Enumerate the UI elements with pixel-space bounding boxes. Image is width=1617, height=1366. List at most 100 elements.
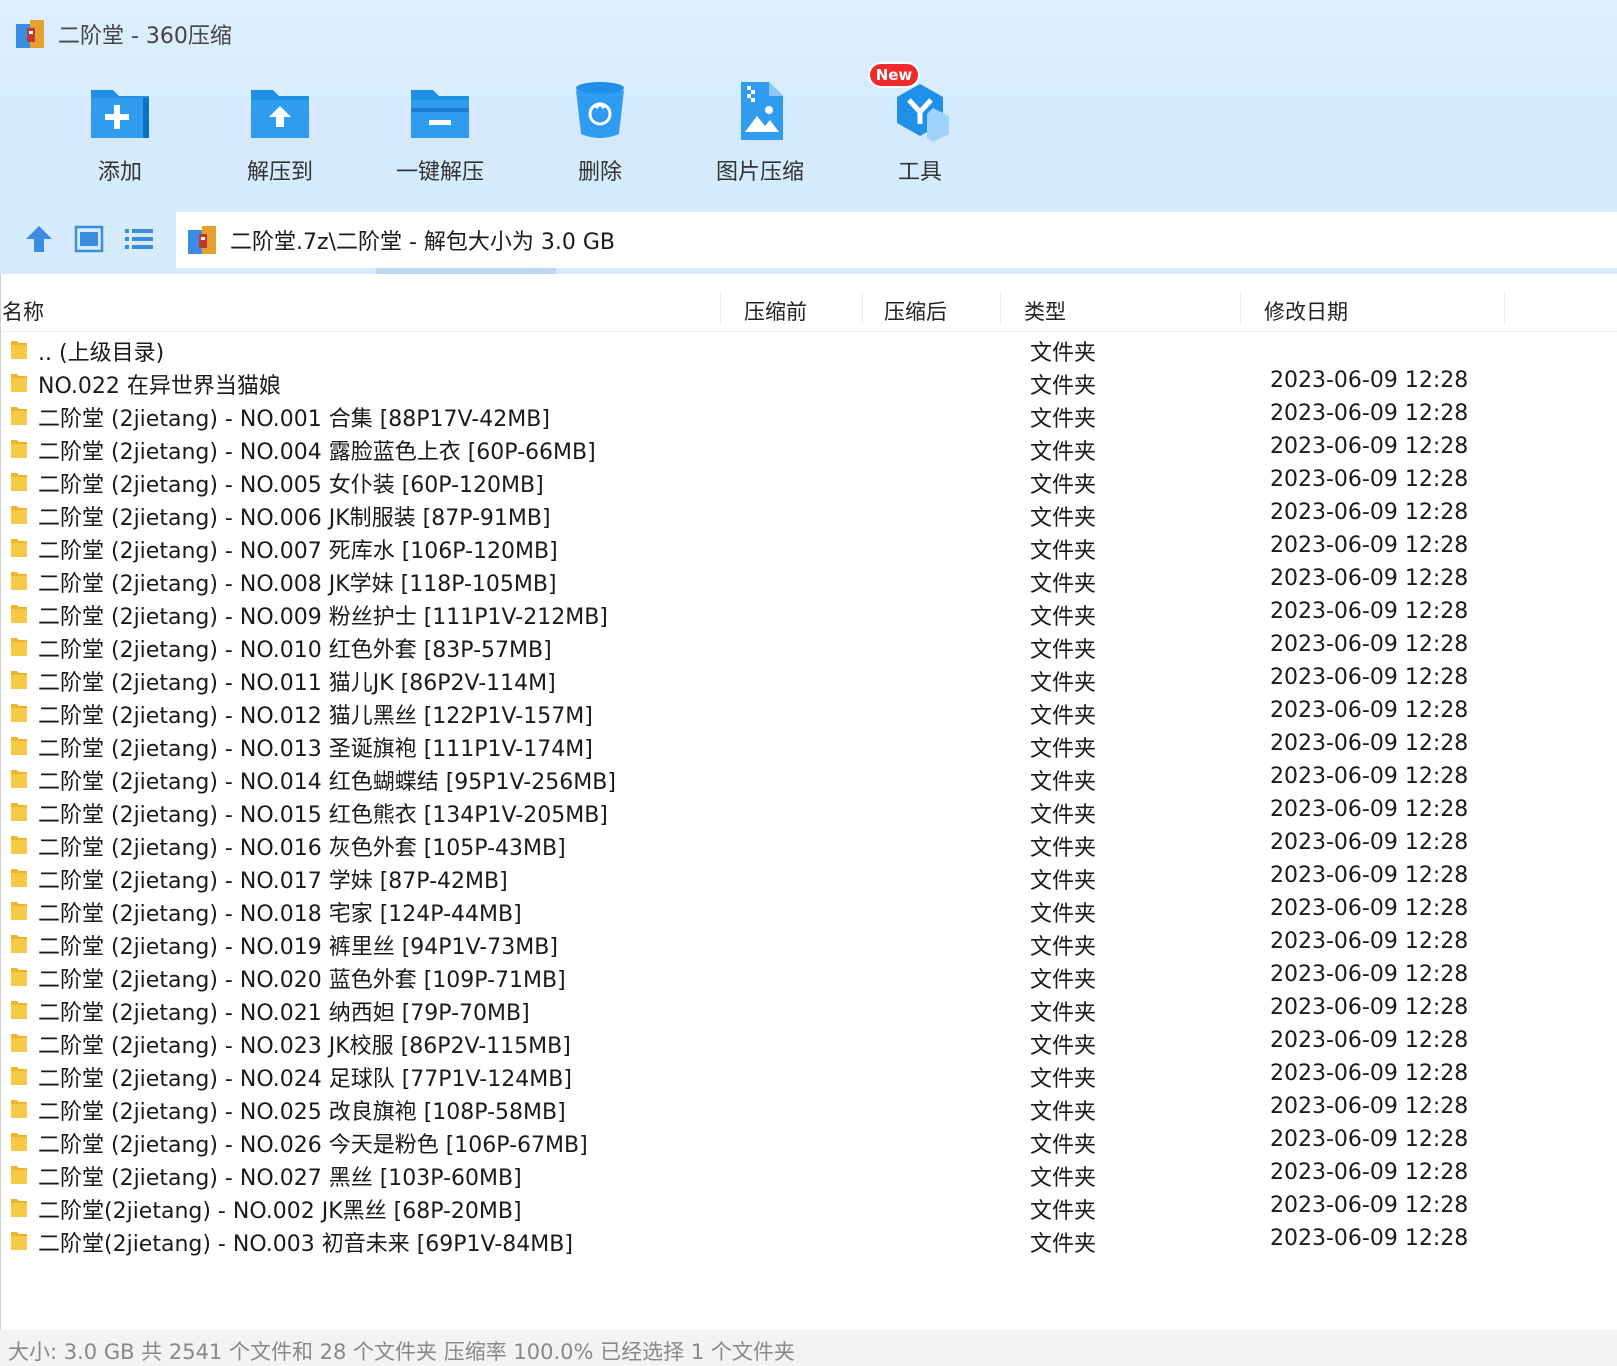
folder-icon (10, 1130, 28, 1152)
column-divider[interactable] (862, 292, 863, 324)
one-click-extract-icon (407, 78, 473, 144)
file-type: 文件夹 (1030, 572, 1097, 597)
folder-icon (10, 404, 28, 426)
one-click-extract-button[interactable]: 一键解压 (360, 74, 520, 194)
file-type: 文件夹 (1030, 1166, 1097, 1191)
file-name: 二阶堂 (2jietang) - NO.009 粉丝护士 [111P1V-212… (38, 605, 608, 630)
delete-button[interactable]: 删除 (520, 74, 680, 194)
file-date: 2023-06-09 12:28 (1270, 533, 1469, 558)
column-divider[interactable] (1504, 292, 1505, 324)
file-row[interactable]: 二阶堂 (2jietang) - NO.016 灰色外套 [105P-43MB]… (0, 827, 1617, 861)
main-toolbar: 添加 解压到 一键解压 删除 图片压缩 工具 (40, 74, 1000, 194)
file-row[interactable]: 二阶堂 (2jietang) - NO.024 足球队 [77P1V-124MB… (0, 1058, 1617, 1092)
column-type[interactable]: 类型 (1024, 296, 1066, 326)
list-view-icon (125, 229, 153, 249)
file-row[interactable]: 二阶堂(2jietang) - NO.002 JK黑丝 [68P-20MB] 文件… (0, 1190, 1617, 1224)
file-row[interactable]: 二阶堂(2jietang) - NO.003 初音未来 [69P1V-84MB]… (0, 1223, 1617, 1257)
file-date: 2023-06-09 12:28 (1270, 929, 1469, 954)
file-name: 二阶堂 (2jietang) - NO.023 JK校服 [86P2V-115M… (38, 1034, 571, 1059)
file-row[interactable]: NO.022 在异世界当猫娘 文件夹 2023-06-09 12:28 (0, 365, 1617, 399)
file-row[interactable]: 二阶堂 (2jietang) - NO.005 女仆装 [60P-120MB] 文… (0, 464, 1617, 498)
file-date: 2023-06-09 12:28 (1270, 368, 1469, 393)
file-name: 二阶堂 (2jietang) - NO.021 纳西妲 [79P-70MB] (38, 1001, 530, 1026)
file-row[interactable]: 二阶堂 (2jietang) - NO.019 裤里丝 [94P1V-73MB]… (0, 926, 1617, 960)
file-row[interactable]: .. (上级目录) 文件夹 (0, 332, 1617, 366)
column-divider[interactable] (720, 292, 721, 324)
folder-icon (10, 635, 28, 657)
file-row[interactable]: 二阶堂 (2jietang) - NO.011 猫儿JK [86P2V-114M… (0, 662, 1617, 696)
file-date: 2023-06-09 12:28 (1270, 698, 1469, 723)
image-compress-button[interactable]: 图片压缩 (680, 74, 840, 194)
file-type: 文件夹 (1030, 1232, 1097, 1257)
column-divider[interactable] (1000, 292, 1001, 324)
file-name: 二阶堂 (2jietang) - NO.011 猫儿JK [86P2V-114M… (38, 671, 556, 696)
file-name: 二阶堂 (2jietang) - NO.019 裤里丝 [94P1V-73MB] (38, 935, 558, 960)
file-date: 2023-06-09 12:28 (1270, 896, 1469, 921)
file-row[interactable]: 二阶堂 (2jietang) - NO.026 今天是粉色 [106P-67MB… (0, 1124, 1617, 1158)
file-name: 二阶堂 (2jietang) - NO.020 蓝色外套 [109P-71MB] (38, 968, 566, 993)
folder-icon (10, 866, 28, 888)
file-date: 2023-06-09 12:28 (1270, 665, 1469, 690)
thumbnail-view-button[interactable] (72, 222, 106, 256)
file-row[interactable]: 二阶堂 (2jietang) - NO.021 纳西妲 [79P-70MB] 文件… (0, 992, 1617, 1026)
list-view-button[interactable] (122, 222, 156, 256)
add-button[interactable]: 添加 (40, 74, 200, 194)
file-date: 2023-06-09 12:28 (1270, 764, 1469, 789)
file-row[interactable]: 二阶堂 (2jietang) - NO.004 露脸蓝色上衣 [60P-66MB… (0, 431, 1617, 465)
column-before[interactable]: 压缩前 (744, 296, 807, 326)
archive-file-icon (188, 226, 216, 254)
folder-icon (10, 767, 28, 789)
window-title: 二阶堂 - 360压缩 (58, 24, 232, 49)
file-row[interactable]: 二阶堂 (2jietang) - NO.023 JK校服 [86P2V-115M… (0, 1025, 1617, 1059)
up-level-button[interactable] (22, 222, 56, 256)
file-row[interactable]: 二阶堂 (2jietang) - NO.018 宅家 [124P-44MB] 文件… (0, 893, 1617, 927)
file-date: 2023-06-09 12:28 (1270, 1127, 1469, 1152)
file-name: 二阶堂 (2jietang) - NO.015 红色熊衣 [134P1V-205… (38, 803, 608, 828)
file-name: 二阶堂 (2jietang) - NO.014 红色蝴蝶结 [95P1V-256… (38, 770, 616, 795)
folder-icon (10, 371, 28, 393)
file-row[interactable]: 二阶堂 (2jietang) - NO.013 圣诞旗袍 [111P1V-174… (0, 728, 1617, 762)
column-modified[interactable]: 修改日期 (1264, 296, 1348, 326)
file-row[interactable]: 二阶堂 (2jietang) - NO.027 黑丝 [103P-60MB] 文件… (0, 1157, 1617, 1191)
file-date: 2023-06-09 12:28 (1270, 962, 1469, 987)
arrow-up-icon (26, 226, 52, 252)
title-bar: 二阶堂 - 360压缩 (14, 16, 232, 52)
address-bar[interactable]: 二阶堂.7z\二阶堂 - 解包大小为 3.0 GB (176, 212, 1617, 268)
file-date: 2023-06-09 12:28 (1270, 830, 1469, 855)
extract-to-label: 解压到 (246, 160, 313, 185)
file-row[interactable]: 二阶堂 (2jietang) - NO.020 蓝色外套 [109P-71MB]… (0, 959, 1617, 993)
extract-to-icon (247, 78, 313, 144)
extract-to-button[interactable]: 解压到 (200, 74, 360, 194)
tools-button[interactable]: 工具 (840, 74, 1000, 194)
file-row[interactable]: 二阶堂 (2jietang) - NO.025 改良旗袍 [108P-58MB]… (0, 1091, 1617, 1125)
column-header: 名称 压缩前 压缩后 类型 修改日期 (0, 288, 1617, 332)
column-name[interactable]: 名称 (2, 296, 44, 326)
column-after[interactable]: 压缩后 (884, 296, 947, 326)
column-divider[interactable] (1240, 292, 1241, 324)
file-row[interactable]: 二阶堂 (2jietang) - NO.009 粉丝护士 [111P1V-212… (0, 596, 1617, 630)
file-date: 2023-06-09 12:28 (1270, 797, 1469, 822)
folder-icon (10, 668, 28, 690)
file-row[interactable]: 二阶堂 (2jietang) - NO.015 红色熊衣 [134P1V-205… (0, 794, 1617, 828)
folder-icon (10, 1163, 28, 1185)
file-row[interactable]: 二阶堂 (2jietang) - NO.001 合集 [88P17V-42MB]… (0, 398, 1617, 432)
folder-icon (10, 503, 28, 525)
file-row[interactable]: 二阶堂 (2jietang) - NO.012 猫儿黑丝 [122P1V-157… (0, 695, 1617, 729)
file-row[interactable]: 二阶堂 (2jietang) - NO.007 死库水 [106P-120MB]… (0, 530, 1617, 564)
file-type: 文件夹 (1030, 770, 1097, 795)
folder-icon (10, 1031, 28, 1053)
file-type: 文件夹 (1030, 704, 1097, 729)
file-type: 文件夹 (1030, 1067, 1097, 1092)
file-row[interactable]: 二阶堂 (2jietang) - NO.014 红色蝴蝶结 [95P1V-256… (0, 761, 1617, 795)
file-row[interactable]: 二阶堂 (2jietang) - NO.017 学妹 [87P-42MB] 文件夹… (0, 860, 1617, 894)
one-click-extract-label: 一键解压 (395, 160, 484, 185)
folder-icon (10, 437, 28, 459)
thumbnail-view-icon (74, 225, 104, 253)
folder-icon (10, 602, 28, 624)
file-row[interactable]: 二阶堂 (2jietang) - NO.006 JK制服装 [87P-91MB]… (0, 497, 1617, 531)
file-name: 二阶堂 (2jietang) - NO.018 宅家 [124P-44MB] (38, 902, 522, 927)
file-row[interactable]: 二阶堂 (2jietang) - NO.008 JK学妹 [118P-105MB… (0, 563, 1617, 597)
file-row[interactable]: 二阶堂 (2jietang) - NO.010 红色外套 [83P-57MB] 文… (0, 629, 1617, 663)
file-type: 文件夹 (1030, 341, 1097, 366)
file-type: 文件夹 (1030, 902, 1097, 927)
